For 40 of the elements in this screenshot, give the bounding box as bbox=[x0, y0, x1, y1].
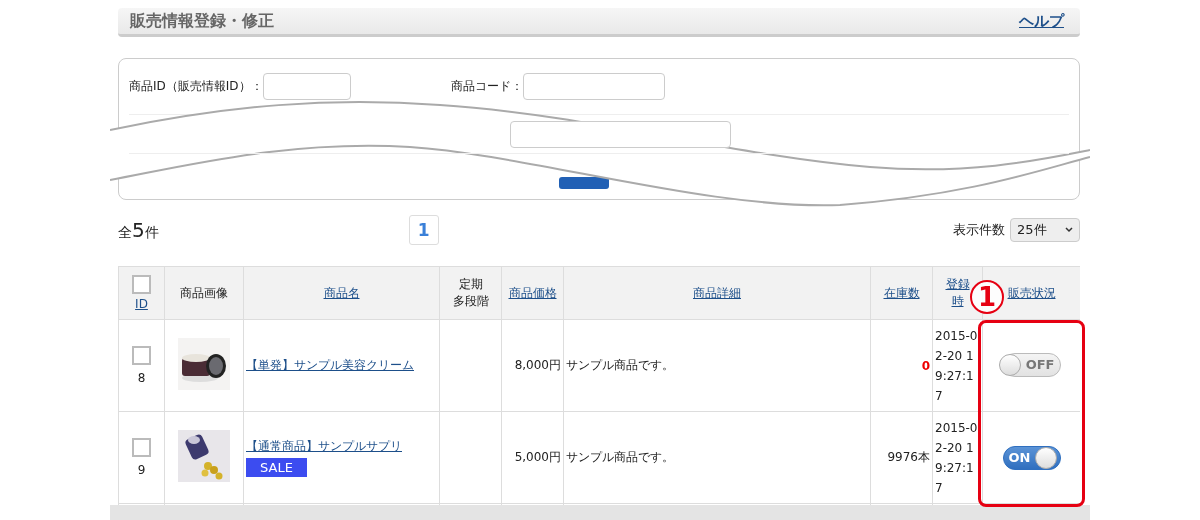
row-checkbox[interactable] bbox=[132, 346, 151, 365]
field-label: 商品ID（販売情報ID）： bbox=[129, 78, 263, 95]
table-cell: 8,000円 bbox=[501, 319, 564, 412]
input-field[interactable] bbox=[262, 73, 351, 100]
search-button[interactable] bbox=[559, 177, 609, 189]
toggle-knob-icon bbox=[1035, 446, 1058, 469]
column-header: 商品画像 bbox=[180, 284, 228, 302]
per-page-select[interactable]: 25件 bbox=[1010, 218, 1080, 242]
row-checkbox[interactable] bbox=[132, 438, 151, 457]
sale-badge: SALE bbox=[246, 458, 307, 477]
table-cell: 5,000円 bbox=[501, 411, 564, 504]
help-link[interactable]: ヘルプ bbox=[1019, 11, 1064, 31]
sort-link[interactable]: 商品詳細 bbox=[693, 284, 741, 302]
sort-link[interactable]: ID bbox=[135, 297, 148, 311]
sort-link[interactable]: 在庫数 bbox=[883, 284, 920, 302]
sort-link[interactable]: 商品名 bbox=[323, 284, 360, 302]
column-header: 定期 多段階 bbox=[452, 276, 489, 310]
status-toggle[interactable]: OFF bbox=[1002, 352, 1061, 377]
input-field[interactable] bbox=[510, 120, 731, 148]
stock-count: 9976本 bbox=[887, 450, 930, 464]
table-cell-text: 2015-02-20 19:27:17 bbox=[935, 419, 979, 497]
product-link[interactable]: 【単発】サンプル美容クリーム bbox=[246, 357, 414, 374]
status-toggle[interactable]: ON bbox=[1002, 445, 1061, 470]
total-count: 全5件 bbox=[118, 218, 159, 242]
caret-icon bbox=[1065, 227, 1073, 233]
page-title: 販売情報登録・修正 bbox=[130, 10, 274, 32]
table-cell: サンプル商品です。 bbox=[563, 319, 871, 412]
toggle-knob-icon bbox=[998, 353, 1021, 376]
field-label: 商品コード： bbox=[450, 78, 523, 95]
table-cell-text: 9 bbox=[136, 463, 147, 477]
table-cell: サンプル商品です。 bbox=[563, 411, 871, 504]
select-all-checkbox[interactable] bbox=[132, 275, 151, 294]
stock-count: 0 bbox=[921, 358, 930, 373]
product-link[interactable]: 【通常商品】サンプルサプリ bbox=[246, 438, 402, 455]
sort-link[interactable]: 販売状況 bbox=[1007, 284, 1056, 302]
input-field[interactable] bbox=[522, 73, 665, 100]
table-cell-text: 8 bbox=[136, 371, 147, 385]
table-cell-text: 2015-02-20 19:27:17 bbox=[935, 327, 979, 405]
page-button[interactable]: 1 bbox=[408, 215, 439, 245]
per-page-label: 表示件数 bbox=[953, 221, 1005, 239]
